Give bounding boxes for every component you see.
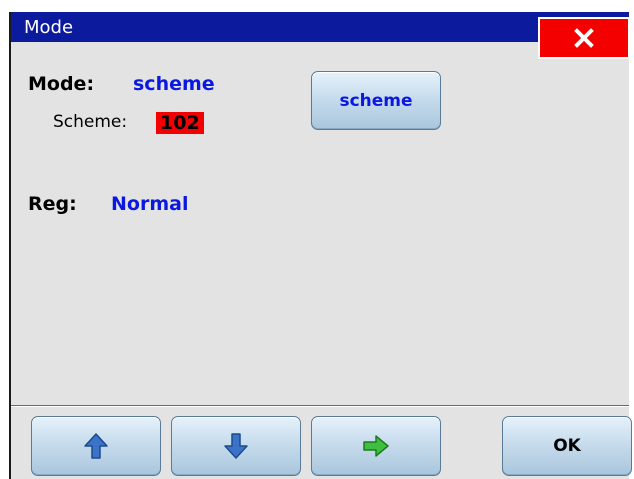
next-button[interactable]: [311, 416, 441, 476]
arrow-up-icon: [84, 433, 108, 459]
scheme-label: Scheme:: [53, 112, 128, 132]
window-title: Mode: [24, 17, 74, 38]
title-bar: Mode: [11, 12, 629, 42]
arrow-right-icon: [363, 435, 389, 457]
reg-value: Normal: [111, 193, 189, 215]
ok-button-label: OK: [553, 436, 581, 456]
ok-button[interactable]: OK: [502, 416, 632, 476]
footer-divider-highlight: [11, 406, 629, 407]
scheme-button[interactable]: scheme: [311, 71, 441, 130]
mode-dialog: Mode Mode: scheme Scheme: 102 scheme Reg…: [9, 12, 632, 479]
close-button[interactable]: [538, 17, 630, 59]
mode-value: scheme: [133, 73, 215, 95]
arrow-down-icon: [224, 433, 248, 459]
scheme-number-badge: 102: [156, 112, 204, 134]
close-icon: [574, 28, 594, 48]
reg-label: Reg:: [28, 193, 77, 215]
down-button[interactable]: [171, 416, 301, 476]
mode-label: Mode:: [28, 73, 95, 95]
up-button[interactable]: [31, 416, 161, 476]
scheme-button-label: scheme: [339, 90, 413, 111]
